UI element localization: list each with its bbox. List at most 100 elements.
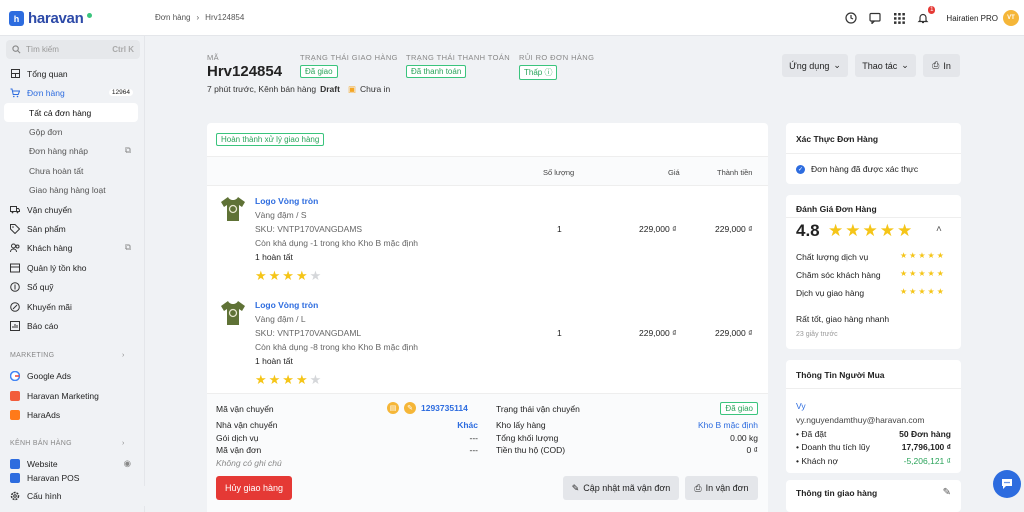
orders-count-badge: 12964	[108, 89, 133, 96]
cancel-shipping-button[interactable]: Hủy giao hàng	[216, 476, 292, 500]
sidebar-item-settings[interactable]: Cấu hình	[0, 486, 145, 506]
inventory-icon	[10, 263, 20, 273]
sidebar-item-products[interactable]: Sản phẩm	[0, 219, 145, 238]
edit-tracking-icon[interactable]: ✎	[404, 402, 416, 414]
info-icon: ⓘ	[544, 68, 553, 77]
weight-value: 0.00 kg	[730, 433, 758, 443]
table-row: Logo Vòng tròn Vàng đậm / S SKU: VNTP170…	[207, 191, 768, 291]
review-comment: Rất tốt, giao hàng nhanh	[796, 314, 890, 324]
eye-icon[interactable]: ◉	[124, 458, 131, 469]
website-icon	[10, 458, 20, 469]
history-icon[interactable]	[844, 11, 858, 25]
online-status-dot	[87, 13, 93, 18]
sidebar-item-label: Vận chuyển	[27, 204, 72, 215]
sidebar-item-all-orders[interactable]: Tất cả đơn hàng	[4, 103, 138, 122]
verification-title: Xác Thực Đơn Hàng	[796, 134, 879, 144]
warehouse-link[interactable]: Kho B mặc định	[698, 420, 758, 430]
sidebar-item-label: Sản phẩm	[27, 223, 66, 234]
buyer-name-link[interactable]: Vy	[796, 401, 806, 411]
shipment-status-label: Trạng thái vận chuyển	[496, 404, 580, 414]
sidebar-item-customers[interactable]: Khách hàng ⧉	[0, 238, 145, 257]
print-label: In	[943, 60, 951, 71]
sidebar-item-label: Google Ads	[27, 370, 71, 381]
sidebar-item-label: Khách hàng	[27, 242, 73, 253]
notification-bell-icon[interactable]: 1	[916, 6, 936, 25]
sidebar-item-orders[interactable]: Đơn hàng 12964	[0, 83, 145, 102]
dashboard-icon	[10, 69, 20, 79]
sidebar-item-label: Chưa hoàn tất	[29, 165, 84, 176]
apps-grid-icon[interactable]	[892, 11, 906, 25]
pay-status-badge: Đã thanh toán	[406, 65, 467, 78]
sidebar-item-bulk-shipping[interactable]: Giao hàng hàng loạt	[0, 180, 145, 199]
fulfillment-status-badge: Hoàn thành xử lý giao hàng	[216, 133, 325, 146]
sidebar-item-inventory[interactable]: Quản lý tồn kho	[0, 258, 145, 277]
buyer-stat-value: 17,796,100 ₫	[901, 442, 951, 452]
review-item-label: Chăm sóc khách hàng	[796, 270, 881, 280]
pay-status-block: TRẠNG THÁI THANH TOÁN Đã thanh toán	[406, 53, 510, 78]
sidebar-item-shipping[interactable]: Vận chuyển	[0, 200, 145, 219]
sidebar-item-incomplete[interactable]: Chưa hoàn tất	[0, 161, 145, 180]
sidebar-section-marketing[interactable]: MARKETING ›	[10, 352, 124, 359]
verification-card: Xác Thực Đơn Hàng ✓ Đơn hàng đã được xác…	[786, 123, 961, 184]
sidebar-item-merge-orders[interactable]: Gộp đơn	[0, 122, 145, 141]
warehouse-label: Kho lấy hàng	[496, 420, 546, 430]
tracking-number-link[interactable]: 1293735114	[421, 403, 468, 413]
sidebar-item-reports[interactable]: Báo cáo	[0, 316, 145, 335]
chat-icon[interactable]	[868, 11, 882, 25]
external-link-icon: ⧉	[124, 145, 131, 155]
chevron-right-icon: ›	[122, 440, 125, 447]
buyer-stat-label: • Doanh thu tích lũy	[796, 442, 870, 452]
product-rating-stars: ★★★★★	[255, 372, 324, 387]
update-tracking-button[interactable]: ✎ Cập nhật mã vận đơn	[563, 476, 679, 500]
apps-dropdown-button[interactable]: Ứng dụng ⌄	[782, 54, 848, 77]
breadcrumb-parent[interactable]: Đơn hàng	[155, 13, 191, 22]
sidebar-item-overview[interactable]: Tổng quan	[0, 64, 145, 83]
edit-pencil-icon[interactable]: ✎	[943, 487, 951, 498]
line-total: 229,000 ₫	[715, 224, 753, 234]
risk-badge[interactable]: Thấp ⓘ	[519, 65, 558, 80]
sidebar-item-promotions[interactable]: Khuyến mãi	[0, 297, 145, 316]
sidebar-item-cashbook[interactable]: Sổ quỹ	[0, 277, 145, 296]
printer-icon: ⎙	[932, 60, 940, 70]
review-stars: ★★★★★	[828, 221, 915, 240]
print-waybill-button[interactable]: ⎙ In vận đơn	[685, 476, 758, 500]
sidebar-item-website[interactable]: Website ◉	[0, 454, 145, 473]
product-name-link[interactable]: Logo Vòng tròn	[255, 196, 318, 206]
sidebar-item-draft-orders[interactable]: Đơn hàng nháp ⧉	[0, 141, 145, 160]
sidebar-item-haravan-marketing[interactable]: Haravan Marketing	[0, 386, 145, 405]
avatar[interactable]: VT	[1003, 10, 1019, 26]
sidebar-section-channels[interactable]: KÊNH BÁN HÀNG ›	[10, 440, 124, 447]
sidebar-item-label: Tất cả đơn hàng	[29, 107, 92, 118]
actions-label: Thao tác	[862, 60, 898, 71]
user-name[interactable]: Hairatien PRO	[946, 14, 998, 23]
fulfilled-count: 1 hoàn tất	[255, 356, 293, 366]
ship-status-label: TRẠNG THÁI GIAO HÀNG	[300, 53, 398, 62]
external-link-icon: ⧉	[124, 242, 131, 252]
weight-label: Tổng khối lượng	[496, 433, 559, 443]
search-input[interactable]: Tìm kiếm Ctrl K	[6, 40, 140, 59]
review-item-stars: ★★★★★	[900, 287, 946, 296]
sidebar-item-label: Khuyến mãi	[27, 301, 72, 312]
chevron-up-icon[interactable]: ˄	[936, 224, 942, 235]
sidebar-item-pos[interactable]: Haravan POS	[0, 473, 145, 485]
sidebar: Tìm kiếm Ctrl K Tổng quan Đơn hàng 12964 …	[0, 36, 145, 512]
apps-label: Ứng dụng	[789, 60, 830, 71]
print-button[interactable]: ⎙ In	[923, 54, 960, 77]
carrier-value[interactable]: Khác	[457, 420, 478, 430]
copy-icon[interactable]: ▤	[387, 402, 399, 414]
chat-support-button[interactable]	[993, 470, 1021, 498]
chevron-down-icon: ⌄	[901, 60, 909, 70]
bill-label: Mã vận đơn	[216, 445, 262, 455]
sidebar-item-label: Sổ quỹ	[27, 281, 54, 292]
actions-dropdown-button[interactable]: Thao tác ⌄	[855, 54, 916, 77]
sidebar-item-haraads[interactable]: HaraAds	[0, 405, 145, 424]
search-icon	[12, 45, 21, 54]
service-value: ---	[469, 433, 479, 443]
brand-logo[interactable]: h haravan	[9, 10, 93, 27]
product-name-link[interactable]: Logo Vòng tròn	[255, 300, 318, 310]
product-tshirt-icon	[220, 299, 246, 329]
buyer-title: Thông Tin Người Mua	[796, 370, 885, 380]
sidebar-item-google-ads[interactable]: Google Ads	[0, 366, 145, 385]
col-total: Thành tiền	[717, 168, 753, 177]
fulfilled-count: 1 hoàn tất	[255, 252, 293, 262]
